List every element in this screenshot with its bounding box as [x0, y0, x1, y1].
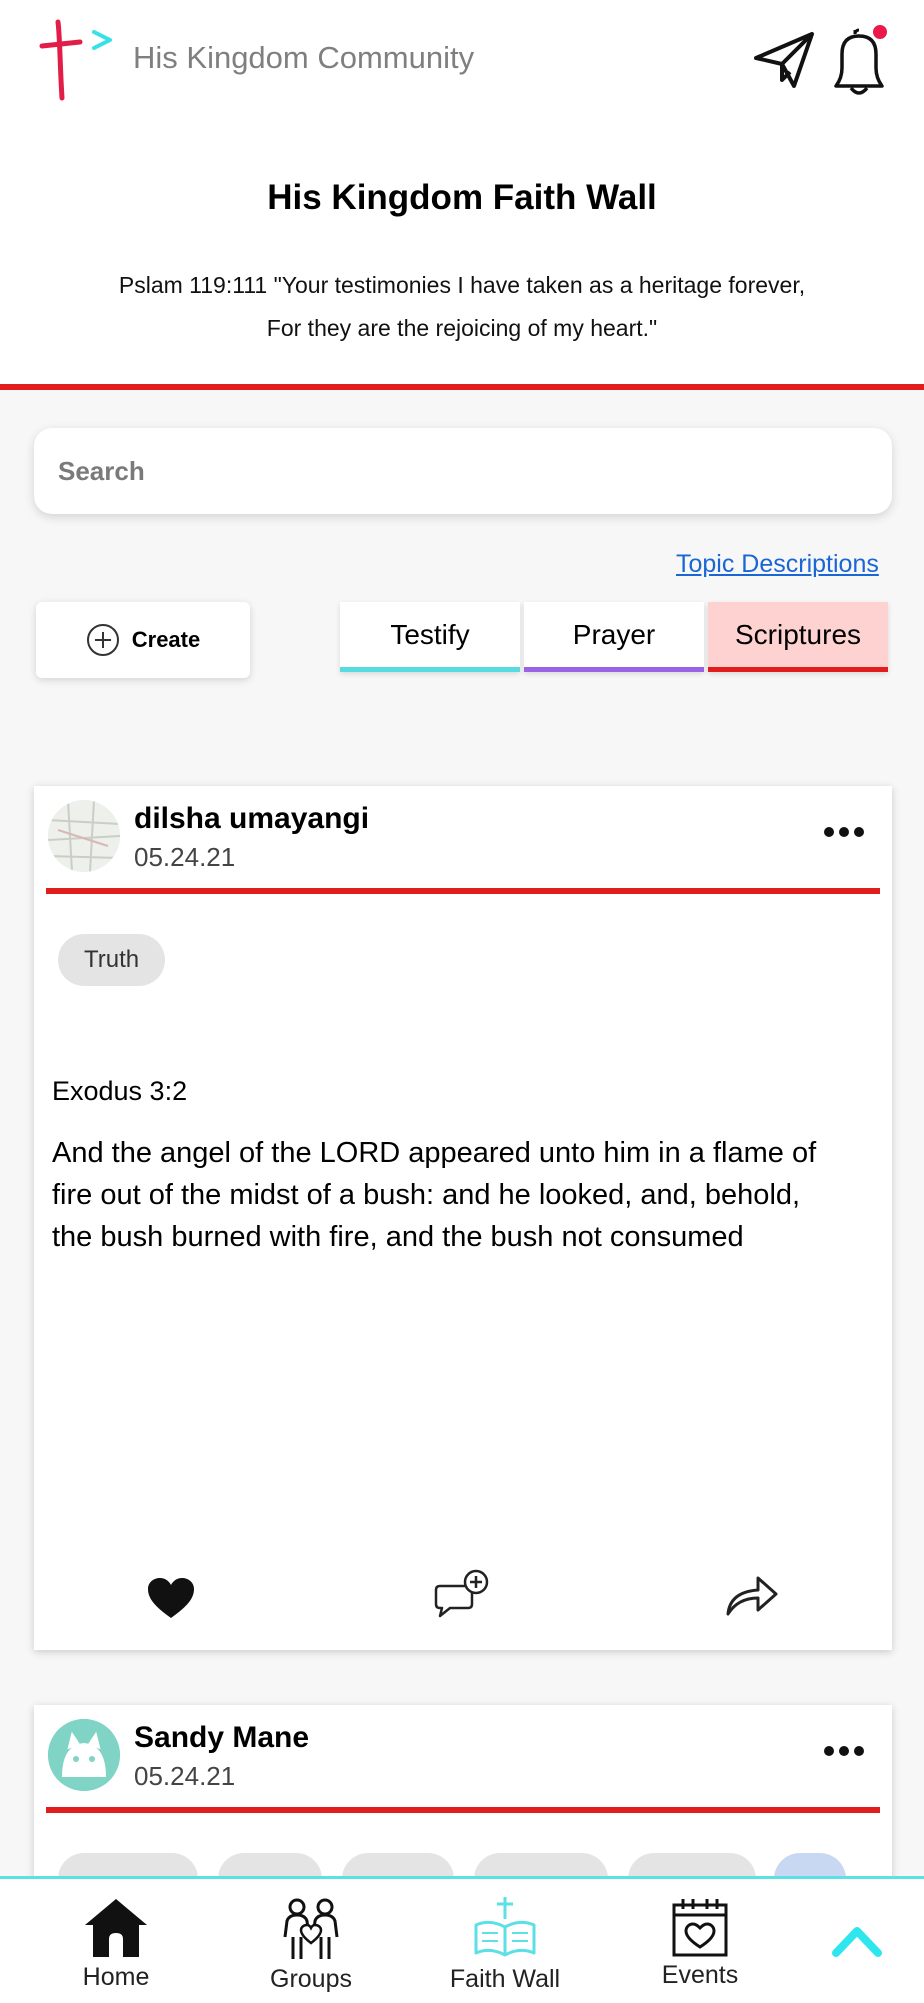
create-button[interactable]: Create [36, 602, 250, 678]
scripture-line: fire out of the midst of a bush: and he … [52, 1179, 801, 1211]
scripture-line: And the angel of the LORD appeared unto … [52, 1137, 817, 1169]
faith-wall-intro [0, 122, 924, 384]
app-logo[interactable] [38, 18, 118, 104]
nav-label: Events [661, 1961, 739, 1989]
faith-wall-icon [474, 1897, 536, 1957]
more-options-icon[interactable] [819, 822, 869, 842]
bottom-nav: Home Groups Faith Wall Events [0, 1876, 924, 2003]
verse-line-2: For they are the rejoicing of my heart." [266, 315, 658, 341]
nav-home[interactable]: Home [66, 1879, 166, 2003]
post-author[interactable]: Sandy Mane [134, 1721, 309, 1755]
home-icon [85, 1899, 147, 1957]
scripture-text: And the angel of the LORD appeared unto … [52, 1132, 872, 1258]
post-divider [46, 1807, 880, 1813]
groups-icon [283, 1898, 339, 1959]
cat-avatar-image [48, 1719, 120, 1791]
nav-faith-wall[interactable]: Faith Wall [440, 1879, 570, 2003]
share-icon[interactable] [724, 1570, 780, 1618]
create-label: Create [131, 627, 201, 652]
nav-label: Faith Wall [449, 1965, 561, 1993]
search-input[interactable] [34, 428, 892, 514]
topic-tag[interactable]: Truth [58, 934, 166, 986]
tab-testify[interactable]: Testify [340, 602, 520, 672]
post-card: dilsha umayangi 05.24.21 Truth Exodus 3:… [34, 786, 892, 1650]
notification-dot [873, 25, 887, 39]
bell-icon[interactable] [828, 24, 890, 96]
nav-events[interactable]: Events [650, 1879, 750, 2003]
nav-label: Groups [270, 1965, 352, 1993]
nav-groups[interactable]: Groups [255, 1879, 367, 2003]
avatar[interactable] [48, 800, 120, 872]
scripture-reference: Exodus 3:2 [52, 1076, 188, 1106]
plus-circle-icon [86, 624, 119, 656]
post-divider [46, 888, 880, 894]
app-title: His Kingdom Community [133, 40, 475, 75]
topic-descriptions-link[interactable]: Topic Descriptions [676, 550, 879, 579]
header-divider [0, 384, 924, 390]
heart-icon[interactable] [146, 1576, 196, 1622]
more-options-icon[interactable] [819, 1741, 869, 1761]
post-date: 05.24.21 [134, 842, 236, 872]
nav-label: Home [82, 1963, 150, 1991]
avatar[interactable] [48, 1719, 120, 1791]
verse-line-1: Pslam 119:111 "Your testimonies I have t… [118, 272, 806, 298]
scripture-line: the bush burned with fire, and the bush … [52, 1221, 744, 1253]
page-title: His Kingdom Faith Wall [267, 178, 657, 217]
scroll-to-top-icon[interactable] [830, 1923, 884, 1959]
comment-add-icon[interactable] [434, 1568, 490, 1620]
post-date: 05.24.21 [134, 1761, 236, 1791]
events-icon [672, 1899, 728, 1957]
send-icon[interactable] [752, 28, 816, 92]
tab-scriptures[interactable]: Scriptures [708, 602, 888, 672]
tab-prayer[interactable]: Prayer [524, 602, 704, 672]
post-author[interactable]: dilsha umayangi [134, 802, 369, 836]
map-avatar-image [48, 800, 120, 872]
